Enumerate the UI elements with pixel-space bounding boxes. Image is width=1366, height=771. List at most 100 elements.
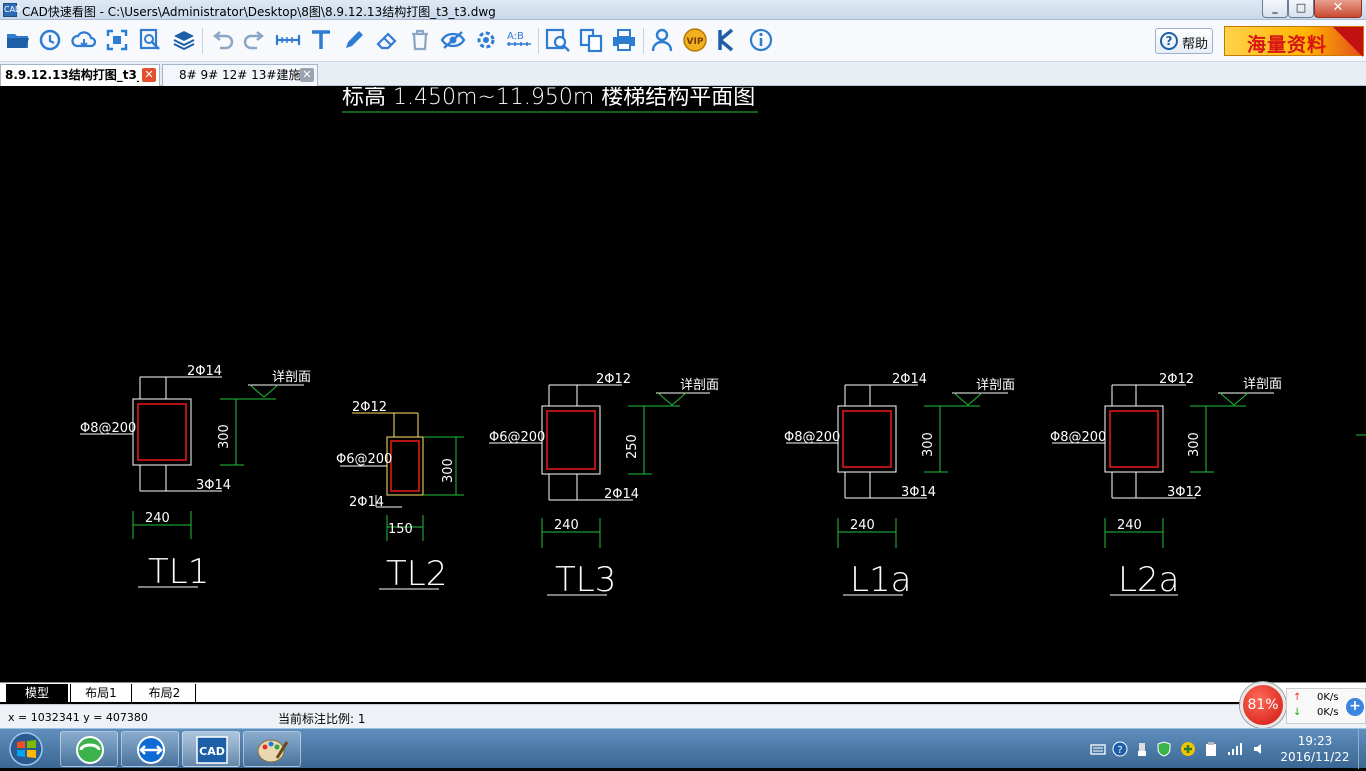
section-tl2: 2Φ12 2Φ14 Φ6@200 300 150 TL2 xyxy=(336,400,464,594)
pen-icon[interactable] xyxy=(340,26,368,54)
main-toolbar: A:B VIP ? 帮助 海量资料 xyxy=(0,20,1366,62)
width-label: 240 xyxy=(145,511,170,526)
tab-structure-drawing[interactable]: 8.9.12.13结构打图_t3_t3 ✕ xyxy=(0,64,160,86)
cad-viewer-window: CAD CAD快速看图 - C:\Users\Administrator\Des… xyxy=(0,0,1366,769)
start-button[interactable] xyxy=(4,731,48,767)
windows-taskbar: CAD ? 19:23 2016/11/22 xyxy=(0,728,1366,769)
close-button[interactable]: ✕ xyxy=(1314,0,1362,18)
width-label: 150 xyxy=(388,522,413,537)
close-icon: ✕ xyxy=(1332,0,1344,15)
app-icon: CAD xyxy=(3,3,21,17)
section-triangle xyxy=(657,392,687,406)
redo-icon[interactable] xyxy=(241,26,269,54)
history-icon[interactable] xyxy=(36,26,64,54)
user-icon[interactable] xyxy=(648,26,676,54)
accelerate-plus-icon[interactable]: + xyxy=(1346,698,1364,716)
paint-icon xyxy=(257,739,289,763)
section-label: 详剖面 xyxy=(272,370,311,385)
layers-icon[interactable] xyxy=(170,26,198,54)
undo-icon[interactable] xyxy=(208,26,236,54)
stirrup xyxy=(546,410,596,470)
cad-viewer-icon: CAD xyxy=(196,736,228,764)
stirrup-label: Φ6@200 xyxy=(489,430,545,445)
upload-speed: 0K/s xyxy=(1317,692,1339,703)
help-tray-icon[interactable]: ? xyxy=(1112,741,1128,757)
help-button[interactable]: ? 帮助 xyxy=(1155,28,1213,54)
keyboard-icon[interactable] xyxy=(1090,741,1106,757)
tab-close-icon[interactable]: ✕ xyxy=(142,68,156,82)
annotation-scale: 当前标注比例: 1 xyxy=(278,712,366,726)
measure-icon[interactable] xyxy=(274,26,302,54)
k-icon[interactable] xyxy=(714,26,742,54)
network-speed-panel: ↑ 0K/s ↓ 0K/s + xyxy=(1286,688,1366,724)
hide-icon[interactable] xyxy=(439,26,467,54)
scale-icon-label: A:B xyxy=(507,31,524,42)
tab-architecture-drawing[interactable]: 8# 9# 12# 13#建施 ✕ xyxy=(162,64,318,86)
beam-outline xyxy=(1104,405,1164,473)
bottom-bar-label: 2Φ14 xyxy=(349,495,384,510)
height-label: 250 xyxy=(625,434,640,459)
scale-icon[interactable]: A:B xyxy=(505,26,533,54)
beam-outline xyxy=(386,436,424,496)
section-triangle xyxy=(1219,392,1249,406)
section-triangle xyxy=(953,392,983,406)
network-signal-icon[interactable] xyxy=(1227,741,1243,757)
help-icon: ? xyxy=(1160,32,1178,50)
show-desktop-button[interactable] xyxy=(1358,729,1366,769)
tab-layout1[interactable]: 布局1 xyxy=(70,684,132,702)
maximize-icon: □ xyxy=(1295,1,1307,14)
beam-outline xyxy=(541,405,601,475)
taskbar-clock[interactable]: 19:23 2016/11/22 xyxy=(1272,733,1358,765)
ad-banner[interactable]: 海量资料 xyxy=(1224,26,1364,57)
download-speed: 0K/s xyxy=(1317,707,1339,718)
cloud-icon[interactable] xyxy=(70,26,98,54)
section-tl3: 2Φ12 2Φ14 Φ6@200 250 详剖面 240 TL3 xyxy=(489,372,719,600)
maximize-button[interactable]: □ xyxy=(1288,0,1314,18)
network-usage-badge[interactable]: 81% xyxy=(1240,682,1286,728)
clipboard-icon[interactable] xyxy=(1203,741,1219,757)
zoom-window-icon[interactable] xyxy=(136,26,164,54)
top-bar-label: 2Φ12 xyxy=(596,372,631,387)
text-icon[interactable] xyxy=(307,26,335,54)
drawing-canvas[interactable]: 标高 1.450m~11.950m 楼梯结构平面图 2Φ14 3Φ14 Φ8@2… xyxy=(0,87,1366,682)
volume-icon[interactable] xyxy=(1252,741,1268,757)
upload-arrow-icon: ↑ xyxy=(1293,692,1302,703)
print-icon[interactable] xyxy=(610,26,638,54)
stirrup xyxy=(137,403,187,461)
beam-name: TL1 xyxy=(148,552,209,592)
info-icon[interactable] xyxy=(747,26,775,54)
bottom-bar-label: 2Φ14 xyxy=(604,487,639,502)
tab-close-icon[interactable]: ✕ xyxy=(300,68,314,82)
section-l1a: 2Φ14 3Φ14 Φ8@200 300 详剖面 240 L1a xyxy=(784,372,1015,600)
settings-icon[interactable] xyxy=(472,26,500,54)
fit-screen-icon[interactable] xyxy=(103,26,131,54)
bottom-bar-label: 3Φ12 xyxy=(1167,485,1202,500)
width-label: 240 xyxy=(850,518,875,533)
trash-icon[interactable] xyxy=(406,26,434,54)
taskbar-teamviewer[interactable] xyxy=(121,731,179,767)
vip-icon-label: VIP xyxy=(687,37,704,47)
search-text-icon[interactable] xyxy=(544,26,572,54)
teamviewer-icon xyxy=(137,736,165,764)
open-folder-icon[interactable] xyxy=(4,26,32,54)
section-label: 详剖面 xyxy=(1243,377,1282,392)
help-label: 帮助 xyxy=(1182,37,1209,52)
taskbar-360-browser[interactable] xyxy=(60,731,118,767)
tab-model[interactable]: 模型 xyxy=(6,684,68,702)
convert-icon[interactable] xyxy=(577,26,605,54)
toolbar-separator xyxy=(538,28,539,54)
beam-name: TL3 xyxy=(555,560,616,600)
toolbar-separator xyxy=(643,28,644,54)
tab-layout2[interactable]: 布局2 xyxy=(134,684,196,702)
security-shield-icon[interactable] xyxy=(1156,741,1172,757)
usb-icon[interactable] xyxy=(1134,741,1150,757)
minimize-button[interactable]: _ xyxy=(1262,0,1288,18)
eraser-icon[interactable] xyxy=(373,26,401,54)
vip-icon[interactable]: VIP xyxy=(681,26,709,54)
section-triangle xyxy=(249,384,279,398)
plus-tray-icon[interactable] xyxy=(1180,741,1196,757)
taskbar-paint[interactable] xyxy=(243,731,301,767)
section-label: 详剖面 xyxy=(680,378,719,393)
taskbar-cad-viewer[interactable]: CAD xyxy=(182,731,240,767)
bottom-bar-label: 3Φ14 xyxy=(901,485,936,500)
